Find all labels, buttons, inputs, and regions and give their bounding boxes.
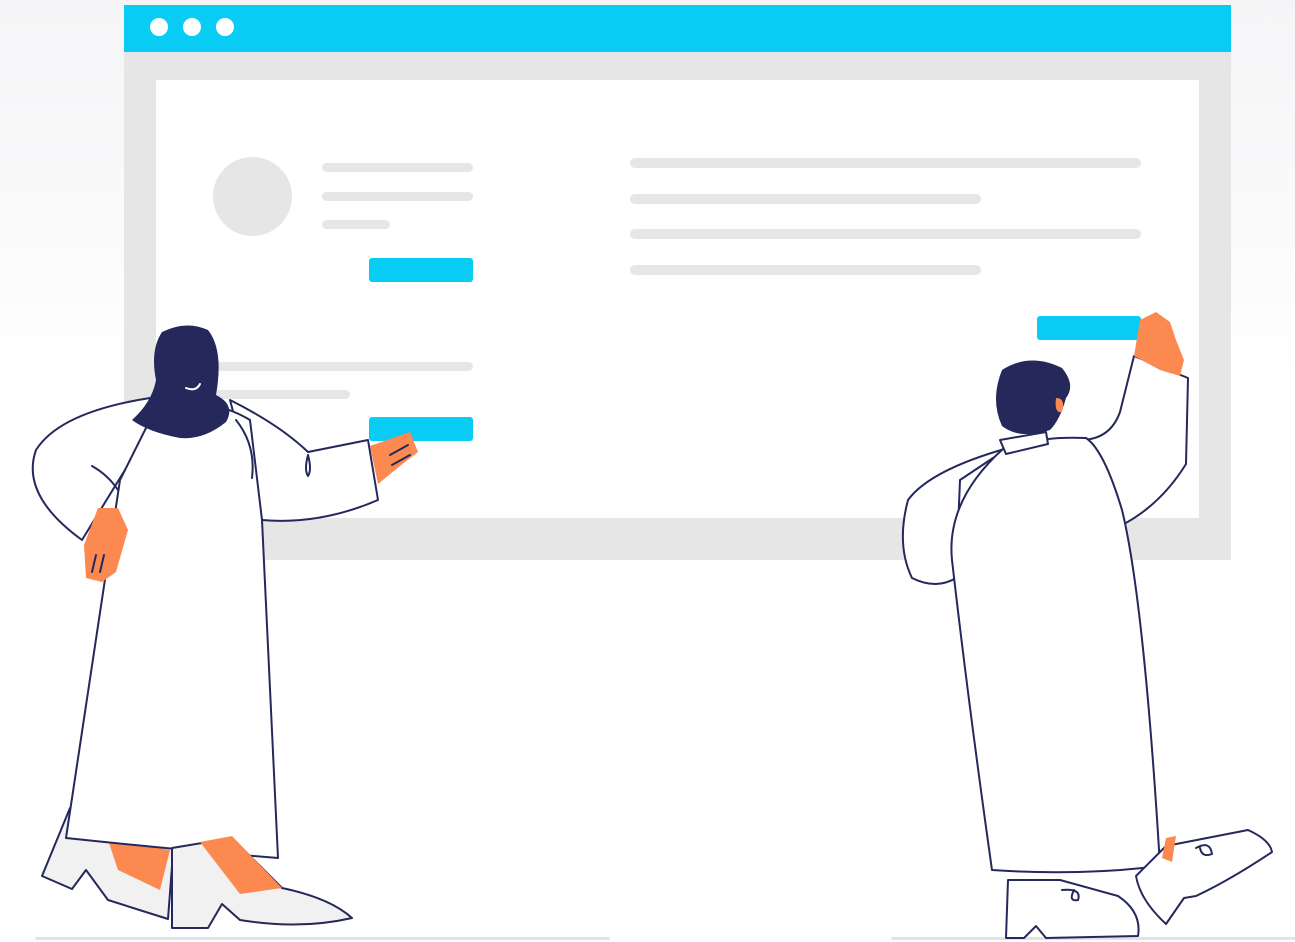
person-left-back-foot	[108, 840, 170, 890]
text-placeholder	[322, 163, 473, 172]
text-placeholder	[630, 194, 981, 204]
browser-window	[124, 5, 1231, 560]
hand-line	[91, 554, 105, 573]
secondary-button-placeholder[interactable]	[369, 417, 473, 441]
browser-viewport	[156, 80, 1199, 518]
person-right-left-shoe	[1005, 879, 1140, 939]
text-placeholder	[201, 362, 473, 371]
person-left-back-shoe	[41, 807, 175, 920]
window-control-dot[interactable]	[150, 18, 168, 36]
person-right-right-shoe	[1135, 829, 1273, 925]
action-button-placeholder[interactable]	[1037, 316, 1141, 340]
browser-titlebar	[124, 5, 1231, 52]
dress-detail	[91, 465, 119, 491]
floor-line	[35, 937, 610, 940]
text-placeholder	[322, 192, 473, 201]
person-left-hip-hand	[84, 508, 128, 582]
person-left-front-foot	[200, 836, 282, 894]
text-placeholder	[630, 265, 981, 275]
person-right-ankle	[1162, 836, 1176, 862]
text-placeholder	[201, 390, 350, 399]
shoe-lace	[1195, 844, 1213, 857]
floor-line	[891, 937, 1295, 940]
text-placeholder	[322, 220, 390, 229]
window-control-dot[interactable]	[183, 18, 201, 36]
avatar-placeholder	[213, 157, 292, 236]
text-placeholder	[630, 229, 1141, 239]
person-left-front-shoe	[171, 837, 353, 929]
window-control-dot[interactable]	[216, 18, 234, 36]
text-placeholder	[630, 158, 1141, 168]
illustration-canvas: .ol { stroke: var(--outline); stroke-wid…	[0, 0, 1295, 942]
primary-button-placeholder[interactable]	[369, 258, 473, 282]
shoe-lace	[1061, 888, 1080, 902]
